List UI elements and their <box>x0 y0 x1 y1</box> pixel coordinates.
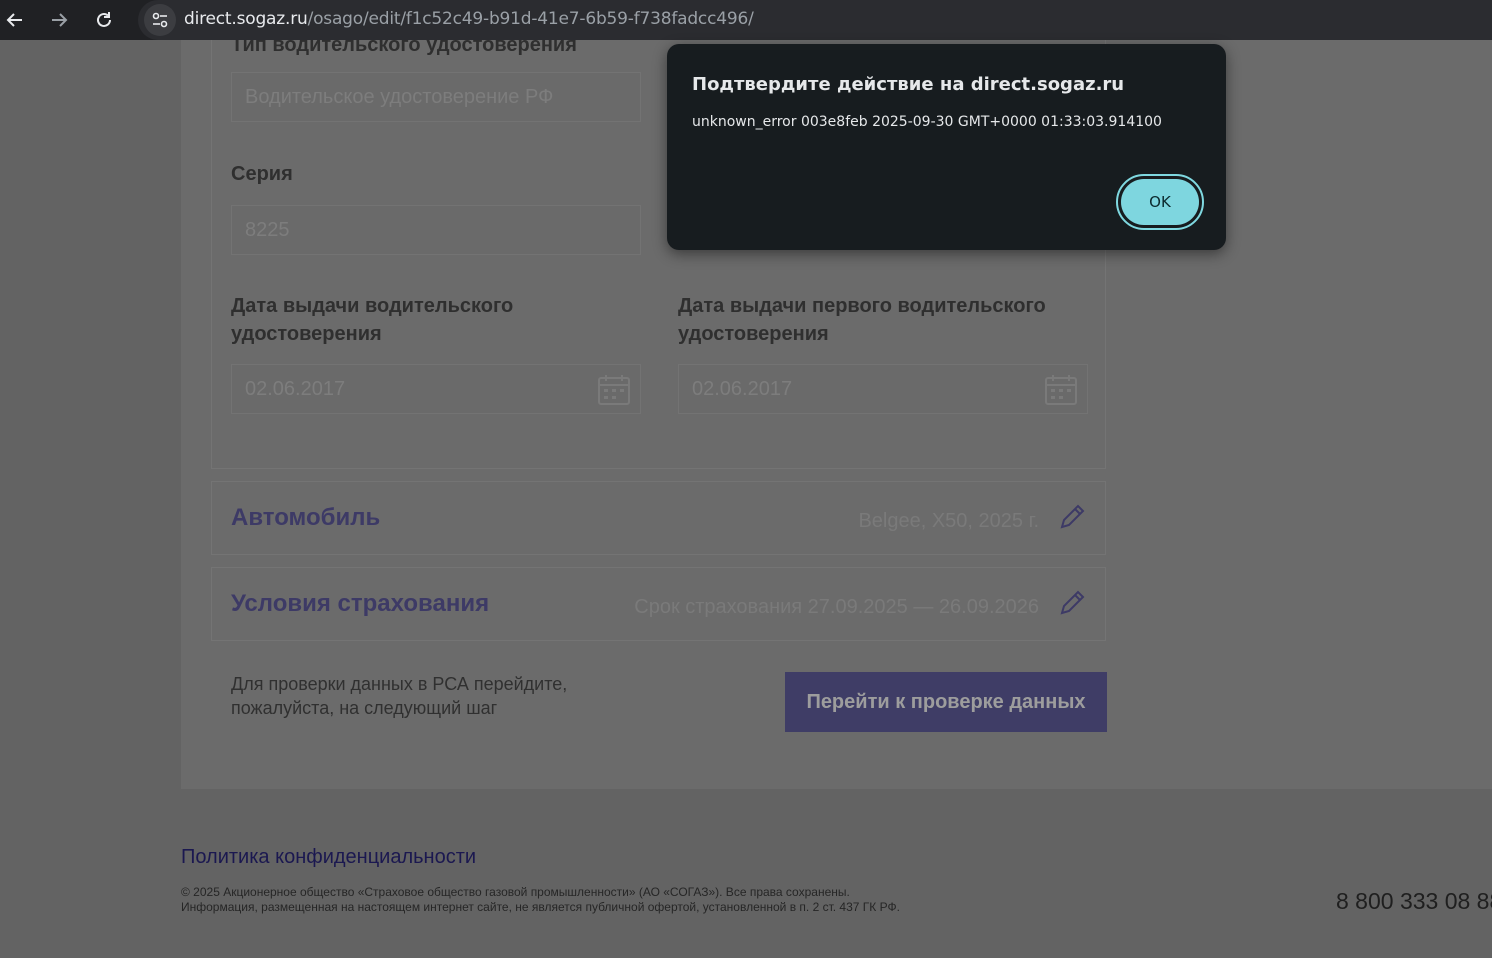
first-issue-label-line2: удостоверения <box>678 323 829 345</box>
ok-button[interactable]: OK <box>1116 174 1204 230</box>
reload-icon <box>97 12 111 27</box>
copyright-line2: Информация, размещенная на настоящем инт… <box>181 900 900 914</box>
arrow-left-icon <box>6 13 22 27</box>
car-section[interactable]: Автомобиль Belgee, X50, 2025 г. <box>211 481 1106 555</box>
forward-button[interactable] <box>46 7 72 33</box>
pencil-icon[interactable] <box>1059 502 1087 530</box>
copyright-line1: © 2025 Акционерное общество «Страховое о… <box>181 885 850 899</box>
issue-date-field[interactable]: 02.06.2017 <box>231 364 641 414</box>
browser-toolbar: direct.sogaz.ru/osago/edit/f1c52c49-b91d… <box>0 0 1492 40</box>
issue-date-label-line1: Дата выдачи водительского <box>231 295 514 317</box>
site-settings-icon[interactable] <box>144 4 176 36</box>
terms-section-title: Условия страхования <box>231 590 490 617</box>
footer-phone[interactable]: 8 800 333 08 88 <box>1336 888 1492 915</box>
issue-date-label: Дата выдачи водительского удостоверения <box>231 292 513 348</box>
issue-date-value: 02.06.2017 <box>245 378 346 400</box>
first-issue-value: 02.06.2017 <box>692 378 793 400</box>
calendar-icon[interactable] <box>598 375 630 405</box>
terms-section[interactable]: Условия страхования Срок страхования 27.… <box>211 567 1106 641</box>
calendar-icon[interactable] <box>1045 375 1077 405</box>
doc-type-label: Тип водительского удостоверения <box>231 40 577 56</box>
first-issue-label: Дата выдачи первого водительского удосто… <box>678 292 1046 348</box>
privacy-policy-link[interactable]: Политика конфиденциальности <box>181 846 476 869</box>
car-section-title: Автомобиль <box>231 504 381 531</box>
first-issue-field[interactable]: 02.06.2017 <box>678 364 1088 414</box>
ok-button-label: OK <box>1121 179 1199 225</box>
dialog-message: unknown_error 003e8feb 2025-09-30 GMT+00… <box>692 114 1162 130</box>
url-host: direct.sogaz.ru <box>184 9 308 29</box>
series-field[interactable]: 8225 <box>231 205 641 255</box>
url-path: /osago/edit/f1c52c49-b91d-41e7-6b59-f738… <box>307 9 754 29</box>
series-value: 8225 <box>245 219 290 241</box>
address-bar[interactable]: direct.sogaz.ru/osago/edit/f1c52c49-b91d… <box>138 0 1492 40</box>
url-text[interactable]: direct.sogaz.ru/osago/edit/f1c52c49-b91d… <box>184 9 754 29</box>
confirm-dialog: Подтвердите действие на direct.sogaz.ru … <box>667 44 1226 250</box>
car-section-summary: Belgee, X50, 2025 г. <box>858 510 1039 532</box>
next-step-note-line2: пожалуйста, на следующий шаг <box>231 698 498 718</box>
next-step-note: Для проверки данных в РСА перейдите, пож… <box>231 672 567 720</box>
series-label: Серия <box>231 163 293 185</box>
issue-date-label-line2: удостоверения <box>231 323 382 345</box>
pencil-icon[interactable] <box>1059 588 1087 616</box>
doc-type-value: Водительское удостоверение РФ <box>245 86 554 108</box>
next-step-note-line1: Для проверки данных в РСА перейдите, <box>231 674 568 694</box>
doc-type-field[interactable]: Водительское удостоверение РФ <box>231 72 641 122</box>
terms-section-summary: Срок страхования 27.09.2025 — 26.09.2026 <box>634 596 1039 618</box>
go-to-check-button[interactable]: Перейти к проверке данных <box>785 672 1107 732</box>
arrow-right-icon <box>52 13 68 27</box>
dialog-title: Подтвердите действие на direct.sogaz.ru <box>692 74 1125 95</box>
back-button[interactable] <box>2 7 28 33</box>
reload-button[interactable] <box>91 7 117 33</box>
first-issue-label-line1: Дата выдачи первого водительского <box>678 295 1046 317</box>
footer-copyright: © 2025 Акционерное общество «Страховое о… <box>181 885 900 915</box>
